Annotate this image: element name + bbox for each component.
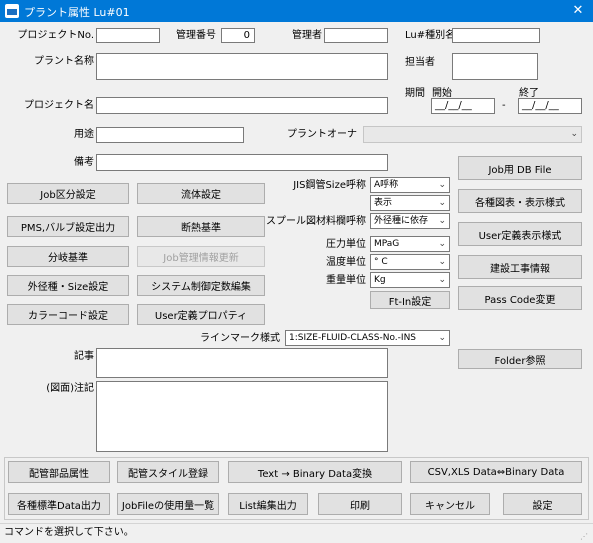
app-icon [5, 4, 19, 18]
plant-name-input[interactable] [96, 53, 388, 80]
pressure-unit-select[interactable]: MPaG ⌄ [370, 236, 450, 252]
manager-label: 管理者 [292, 30, 322, 41]
pms-valve-button[interactable]: PMS,バルブ設定出力 [7, 216, 129, 237]
chevron-down-icon: ⌄ [438, 275, 446, 285]
chevron-down-icon: ⌄ [438, 239, 446, 249]
cancel-button[interactable]: キャンセル [410, 493, 490, 515]
csv-binary-button[interactable]: CSV,XLS Data⇔Binary Data [410, 461, 582, 483]
pipe-parts-button[interactable]: 配管部品属性 [8, 461, 110, 483]
passcode-button[interactable]: Pass Code変更 [458, 286, 582, 310]
start-date-input[interactable]: __/__/__ [431, 98, 495, 114]
usage-label: 用途 [74, 129, 94, 140]
jobfile-usage-button[interactable]: JobFileの使用量一覧 [117, 493, 219, 515]
window-title: プラント属性 Lu#01 [24, 6, 130, 19]
person-in-charge-input[interactable] [452, 53, 538, 80]
lu-type-input[interactable] [452, 28, 540, 43]
temp-unit-label: 温度単位 [326, 257, 366, 268]
weight-unit-select[interactable]: Kg ⌄ [370, 272, 450, 288]
plant-owner-select[interactable]: ⌄ [363, 126, 582, 143]
fluid-button[interactable]: 流体設定 [137, 183, 265, 204]
remarks-input[interactable] [96, 154, 388, 171]
job-db-button[interactable]: Job用 DB File [458, 156, 582, 180]
ftin-button[interactable]: Ft-In設定 [370, 291, 450, 309]
chevron-down-icon: ⌄ [438, 198, 446, 208]
user-property-button[interactable]: User定義プロパティ [137, 304, 265, 325]
lu-type-label: Lu#種別名 [405, 30, 456, 41]
usage-input[interactable] [96, 127, 244, 143]
jis-size-label: JIS鋼管Size呼称 [293, 180, 366, 191]
sys-control-button[interactable]: システム制御定数編集 [137, 275, 265, 296]
article-label: 記事 [74, 351, 94, 362]
chevron-down-icon: ⌄ [438, 216, 446, 226]
chevron-down-icon: ⌄ [438, 180, 446, 190]
std-data-button[interactable]: 各種標準Data出力 [8, 493, 110, 515]
jis-size-display-select[interactable]: 表示 ⌄ [370, 195, 450, 211]
mgmt-no-input[interactable]: 0 [221, 28, 255, 43]
user-display-button[interactable]: User定義表示様式 [458, 222, 582, 246]
manager-input[interactable] [324, 28, 388, 43]
folder-button[interactable]: Folder参照 [458, 349, 582, 369]
construction-button[interactable]: 建設工事情報 [458, 255, 582, 279]
chevron-down-icon: ⌄ [438, 333, 446, 343]
project-name-label: プロジェクト名 [24, 100, 94, 111]
line-mark-label: ラインマーク様式 [200, 333, 280, 344]
list-edit-button[interactable]: List編集出力 [228, 493, 308, 515]
spool-material-label: スプール図材料欄呼称 [266, 216, 366, 227]
project-no-input[interactable] [96, 28, 160, 43]
chevron-down-icon: ⌄ [570, 129, 578, 139]
text-binary-button[interactable]: Text → Binary Data変換 [228, 461, 402, 483]
project-no-label: プロジェクトNo. [17, 30, 94, 41]
drawing-note-label: (図面)注記 [46, 383, 94, 394]
end-date-input[interactable]: __/__/__ [518, 98, 582, 114]
period-label: 期間 [405, 88, 425, 99]
job-class-button[interactable]: Job区分設定 [7, 183, 129, 204]
resize-grip-icon[interactable]: ⋰ [580, 532, 590, 541]
print-button[interactable]: 印刷 [318, 493, 402, 515]
project-name-input[interactable] [96, 97, 388, 114]
pipe-style-button[interactable]: 配管スタイル登録 [117, 461, 219, 483]
plant-name-label: プラント名称 [34, 56, 94, 67]
person-in-charge-label: 担当者 [405, 57, 435, 68]
od-size-button[interactable]: 外径種・Size設定 [7, 275, 129, 296]
weight-unit-label: 重量単位 [326, 275, 366, 286]
date-dash: - [502, 100, 506, 111]
drawing-style-button[interactable]: 各種図表・表示様式 [458, 189, 582, 213]
mgmt-no-label: 管理番号 [176, 30, 216, 41]
color-code-button[interactable]: カラーコード設定 [7, 304, 129, 325]
spool-material-select[interactable]: 外径種に依存 ⌄ [370, 213, 450, 229]
branch-button[interactable]: 分岐基準 [7, 246, 129, 267]
chevron-down-icon: ⌄ [438, 257, 446, 267]
remarks-label: 備考 [74, 157, 94, 168]
job-mgmt-update-button[interactable]: Job管理情報更新 [137, 246, 265, 267]
status-message: コマンドを選択して下さい。 [4, 527, 134, 538]
drawing-note-input[interactable] [96, 381, 388, 452]
settings-button[interactable]: 設定 [503, 493, 582, 515]
plant-owner-label: プラントオーナ [287, 129, 357, 140]
pressure-unit-label: 圧力単位 [326, 239, 366, 250]
article-input[interactable] [96, 348, 388, 378]
close-icon[interactable]: ✕ [568, 3, 588, 19]
temp-unit-select[interactable]: ° C ⌄ [370, 254, 450, 270]
insulation-button[interactable]: 断熱基準 [137, 216, 265, 237]
jis-size-select[interactable]: A呼称 ⌄ [370, 177, 450, 193]
line-mark-select[interactable]: 1:SIZE-FLUID-CLASS-No.-INS ⌄ [285, 330, 450, 346]
